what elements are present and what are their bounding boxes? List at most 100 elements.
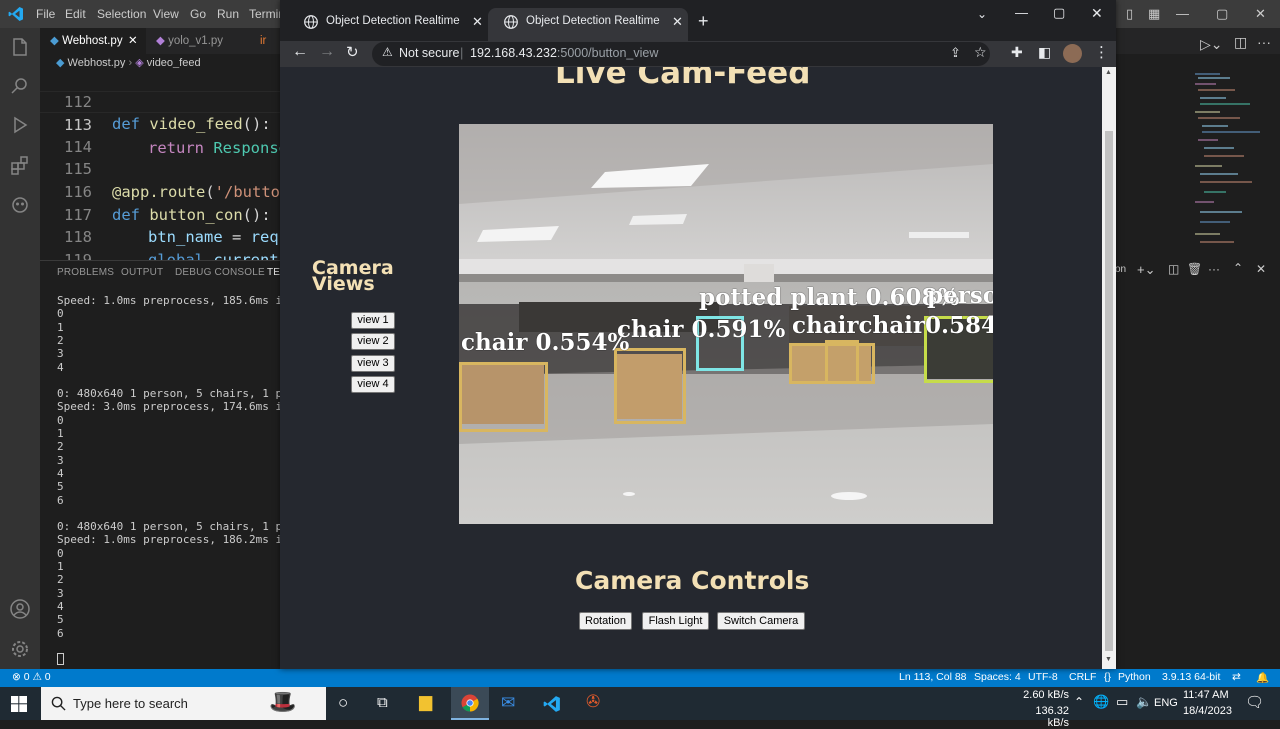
- input-language[interactable]: ENG: [1154, 697, 1178, 709]
- taskbar-search[interactable]: Type here to search 🎩: [41, 687, 326, 720]
- app-taskbar-icon[interactable]: ✇: [586, 692, 600, 712]
- globe-icon[interactable]: 🌐: [1093, 694, 1109, 710]
- scroll-down-icon[interactable]: ▼: [1105, 656, 1112, 663]
- mail-icon[interactable]: ✉: [501, 693, 515, 713]
- battery-icon[interactable]: ▭: [1116, 694, 1128, 710]
- reload-icon[interactable]: ↻: [346, 43, 359, 61]
- menu-selection[interactable]: Selection: [97, 7, 146, 21]
- panel-tab-output[interactable]: OUTPUT: [121, 267, 163, 278]
- extensions-puzzle-icon[interactable]: ✚: [1011, 44, 1023, 61]
- minimap[interactable]: [1190, 70, 1270, 250]
- split-editor-icon[interactable]: ◫: [1234, 34, 1247, 51]
- tab-search-chevron-icon[interactable]: ⌄: [977, 7, 987, 21]
- cortana-icon[interactable]: ○: [338, 693, 348, 713]
- tab-webhost[interactable]: ◆ Webhost.py ✕: [40, 28, 146, 54]
- vscode-taskbar-icon[interactable]: [543, 695, 561, 713]
- clock-date[interactable]: 18/4/2023: [1183, 705, 1232, 717]
- task-view-icon[interactable]: ⧉: [377, 694, 388, 711]
- side-panel-icon[interactable]: ◧: [1038, 44, 1051, 61]
- search-icon[interactable]: [9, 75, 31, 97]
- file-explorer-icon[interactable]: ▆: [419, 692, 432, 712]
- maximize-icon[interactable]: ▢: [1053, 5, 1065, 21]
- view-2-button[interactable]: view 2: [351, 333, 395, 350]
- menu-edit[interactable]: Edit: [65, 7, 86, 21]
- line-ending[interactable]: CRLF: [1069, 671, 1096, 683]
- code-line: 119 if(btn_name ==: [40, 226, 279, 292]
- terminal-line: 1: [57, 320, 64, 334]
- notifications-icon[interactable]: 🗨: [1245, 693, 1264, 711]
- scroll-up-icon[interactable]: ▲: [1105, 69, 1112, 76]
- close-tab-icon[interactable]: ✕: [672, 8, 683, 35]
- windows-start-icon[interactable]: [11, 696, 27, 712]
- account-icon[interactable]: [9, 598, 31, 620]
- close-tab-icon[interactable]: ✕: [472, 8, 483, 35]
- globe-favicon-icon: [304, 15, 318, 29]
- bookmark-star-icon[interactable]: ☆: [974, 44, 987, 61]
- share-icon[interactable]: ⇪: [950, 45, 961, 61]
- warning-icon[interactable]: ⚠: [382, 45, 393, 59]
- menu-go[interactable]: Go: [190, 7, 206, 21]
- close-tab-icon[interactable]: ✕: [128, 28, 138, 54]
- clock-time[interactable]: 11:47 AM: [1183, 689, 1229, 701]
- back-arrow-icon[interactable]: ←: [292, 43, 308, 61]
- browser-tab-2[interactable]: Object Detection Realtime ✕: [488, 8, 688, 41]
- close-panel-icon[interactable]: ✕: [1256, 262, 1266, 276]
- cursor-position[interactable]: Ln 113, Col 88: [899, 671, 967, 683]
- more-actions-icon[interactable]: ···: [1208, 262, 1220, 276]
- explorer-icon[interactable]: [9, 36, 31, 58]
- terminal-line: 4: [57, 466, 64, 480]
- view-1-button[interactable]: view 1: [351, 312, 395, 329]
- new-terminal-icon[interactable]: +⌄: [1137, 262, 1155, 278]
- minimize-icon[interactable]: —: [1015, 5, 1028, 20]
- flash-light-button[interactable]: Flash Light: [642, 612, 709, 630]
- chrome-taskbar-button[interactable]: [451, 687, 489, 720]
- switch-camera-button[interactable]: Switch Camera: [717, 612, 805, 630]
- toggle-sidebar-icon[interactable]: ▯: [1126, 6, 1133, 22]
- forward-arrow-icon[interactable]: →: [319, 43, 335, 61]
- indentation[interactable]: Spaces: 4: [974, 671, 1021, 683]
- chevron-up-icon[interactable]: ⌃: [1233, 261, 1243, 275]
- problems-status[interactable]: ⊗ 0 ⚠ 0: [12, 671, 51, 683]
- run-debug-icon[interactable]: [9, 114, 31, 136]
- chair-bounding-box: [825, 340, 859, 384]
- settings-gear-icon[interactable]: [9, 638, 31, 660]
- minimize-icon[interactable]: —: [1176, 6, 1189, 21]
- panel-tab-problems[interactable]: PROBLEMS: [57, 267, 114, 278]
- menu-run[interactable]: Run: [217, 7, 239, 21]
- code-editor[interactable]: 112 def video_feed(): 113 return Respons…: [40, 68, 289, 292]
- extensions-icon[interactable]: [9, 154, 31, 176]
- maximize-icon[interactable]: ▢: [1216, 6, 1228, 22]
- split-terminal-icon[interactable]: ◫: [1168, 262, 1179, 276]
- search-highlight-icon: 🎩: [269, 689, 297, 714]
- language-mode[interactable]: Python: [1118, 671, 1151, 683]
- notifications-bell-icon[interactable]: 🔔: [1256, 671, 1269, 684]
- new-tab-icon[interactable]: +: [698, 11, 709, 32]
- trash-icon[interactable]: 🗑: [1187, 262, 1202, 276]
- terminal-line: 3: [57, 347, 64, 361]
- editor-more-icon[interactable]: ···: [1257, 34, 1271, 50]
- tab-other[interactable]: ir: [250, 28, 280, 54]
- menu-view[interactable]: View: [153, 7, 179, 21]
- close-window-icon[interactable]: ✕: [1255, 6, 1266, 22]
- layout-icon[interactable]: ▦: [1148, 6, 1160, 22]
- chevron-up-icon[interactable]: ⌃: [1074, 695, 1084, 709]
- scrollbar-thumb[interactable]: [1105, 131, 1113, 651]
- address-bar[interactable]: ⚠ Not secure | 192.168.43.232:5000/butto…: [372, 42, 990, 66]
- browser-tab-1[interactable]: Object Detection Realtime ✕: [288, 8, 488, 41]
- volume-icon[interactable]: 🔈: [1136, 694, 1152, 710]
- python-interpreter[interactable]: 3.9.13 64-bit: [1162, 671, 1220, 683]
- copilot-icon[interactable]: [9, 194, 31, 216]
- rotation-button[interactable]: Rotation: [579, 612, 632, 630]
- feedback-icon[interactable]: ⇄: [1232, 671, 1241, 683]
- tab-yolo[interactable]: ◆ yolo_v1.py: [146, 28, 250, 54]
- menu-file[interactable]: File: [36, 7, 55, 21]
- view-3-button[interactable]: view 3: [351, 355, 395, 372]
- panel-tab-debug-console[interactable]: DEBUG CONSOLE: [175, 267, 265, 278]
- profile-avatar[interactable]: [1063, 44, 1082, 63]
- close-window-icon[interactable]: ✕: [1091, 5, 1103, 22]
- page-scrollbar[interactable]: ▲ ▼: [1102, 67, 1116, 669]
- view-4-button[interactable]: view 4: [351, 376, 395, 393]
- encoding[interactable]: UTF-8: [1028, 671, 1058, 683]
- run-python-icon[interactable]: ▷⌄: [1200, 36, 1223, 53]
- chrome-menu-icon[interactable]: ⋮: [1094, 43, 1109, 61]
